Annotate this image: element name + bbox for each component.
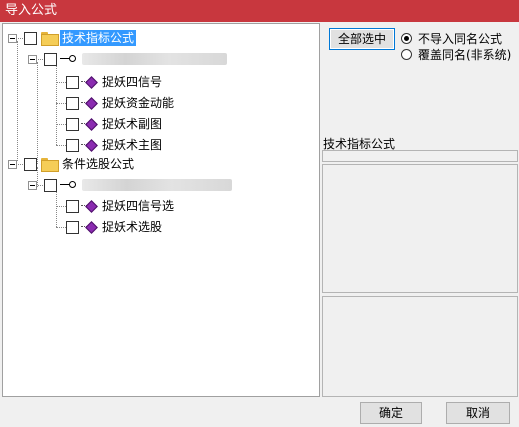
leaf-label: 捉妖术主图 [102, 138, 163, 152]
tree-node-stock-screening[interactable]: 条件选股公式 [8, 155, 136, 173]
leaf-checkbox[interactable] [66, 75, 79, 89]
tree-leaf[interactable]: 捉妖术副图 [66, 115, 164, 133]
leaf-checkbox[interactable] [66, 199, 79, 213]
collapse-toggle-icon[interactable] [28, 180, 37, 190]
tree-node-label[interactable]: 条件选股公式 [60, 156, 136, 172]
radio-label: 不导入同名公式 [418, 32, 503, 46]
description-box [322, 164, 518, 293]
leaf-label: 捉妖资金动能 [102, 96, 175, 110]
key-icon [60, 180, 76, 190]
tree-connector [37, 62, 38, 164]
select-all-button[interactable]: 全部选中 [329, 28, 395, 50]
formula-icon [81, 97, 97, 109]
title-bar: 导入公式 [0, 0, 519, 22]
leaf-label: 捉妖术选股 [102, 220, 163, 234]
redacted-label [82, 53, 227, 65]
leaf-checkbox[interactable] [66, 138, 79, 152]
key-icon [60, 54, 76, 64]
tree-connector [17, 41, 18, 161]
tree-leaf[interactable]: 捉妖术主图 [66, 136, 164, 154]
tree-node-group[interactable] [28, 176, 232, 194]
folder-icon [41, 158, 59, 172]
leaf-checkbox[interactable] [66, 117, 79, 131]
tree-node-label[interactable]: 技术指标公式 [60, 30, 137, 46]
radio-overwrite-duplicates[interactable]: 覆盖同名(非系统) [401, 46, 511, 63]
ok-button[interactable]: 确定 [360, 402, 422, 424]
leaf-label: 捉妖四信号选 [102, 199, 175, 213]
formula-icon [81, 118, 97, 130]
tree-node-technical-indicators[interactable]: 技术指标公式 [8, 29, 137, 47]
tree-connector [56, 103, 66, 104]
window-title: 导入公式 [5, 3, 58, 18]
radio-skip-duplicates[interactable]: 不导入同名公式 [401, 30, 502, 47]
cancel-button[interactable]: 取消 [446, 402, 510, 424]
redacted-label [82, 179, 232, 191]
leaf-label: 捉妖四信号 [102, 75, 163, 89]
node-checkbox[interactable] [24, 31, 37, 45]
radio-label: 覆盖同名(非系统) [418, 48, 512, 62]
formula-tree[interactable]: 技术指标公式 捉妖四信号 捉妖资金动能 捉妖术副图 捉妖术主图 条件选股公式 捉… [2, 23, 320, 397]
tree-leaf[interactable]: 捉妖四信号选 [66, 197, 176, 215]
leaf-label: 捉妖术副图 [102, 117, 163, 131]
node-checkbox[interactable] [24, 157, 37, 171]
formula-icon [81, 221, 97, 233]
collapse-toggle-icon[interactable] [8, 33, 17, 43]
folder-icon [41, 32, 59, 46]
tree-leaf[interactable]: 捉妖四信号 [66, 73, 164, 91]
tree-connector [56, 206, 66, 207]
node-checkbox[interactable] [44, 178, 57, 192]
radio-button[interactable] [401, 33, 412, 44]
tree-connector [56, 82, 66, 83]
tree-connector [56, 145, 66, 146]
formula-icon [81, 76, 97, 88]
tree-node-group[interactable] [28, 50, 227, 68]
tree-leaf[interactable]: 捉妖术选股 [66, 218, 164, 236]
collapse-toggle-icon[interactable] [28, 54, 37, 64]
tree-connector [56, 124, 66, 125]
tree-connector [56, 227, 66, 228]
tree-connector [56, 190, 57, 227]
collapse-toggle-icon[interactable] [8, 159, 17, 169]
detail-box [322, 296, 518, 397]
leaf-checkbox[interactable] [66, 220, 79, 234]
node-checkbox[interactable] [44, 52, 57, 66]
radio-button[interactable] [401, 49, 412, 60]
tree-connector [56, 64, 57, 145]
leaf-checkbox[interactable] [66, 96, 79, 110]
formula-icon [81, 200, 97, 212]
formula-icon [81, 139, 97, 151]
tree-leaf[interactable]: 捉妖资金动能 [66, 94, 176, 112]
info-strip [322, 150, 518, 162]
